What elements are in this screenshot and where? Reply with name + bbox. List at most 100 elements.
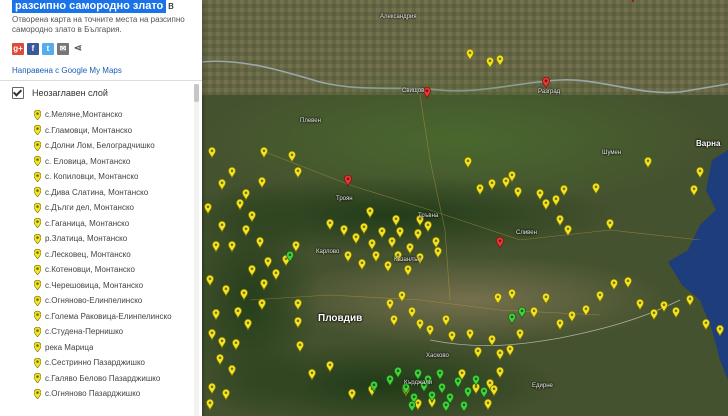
map-pin-icon: [34, 357, 41, 368]
place-list-item[interactable]: с.Студена-Пернишко: [0, 324, 192, 340]
map-pin-icon: [34, 109, 41, 120]
place-name: с.Огняново Пазарджишко: [45, 389, 141, 399]
gold-map-marker-dot: [296, 169, 300, 173]
gold-map-marker-dot: [662, 303, 666, 307]
place-name: река Марица: [45, 342, 94, 352]
place-name: с.Студена-Пернишко: [45, 327, 124, 337]
map-pin-icon: [34, 233, 41, 244]
city-label-svishtov: Свищов: [402, 88, 425, 94]
gold-map-marker-dot: [260, 179, 264, 183]
place-list-item[interactable]: с.Сестринно Пазарджишко: [0, 355, 192, 371]
gold-map-marker-dot: [242, 291, 246, 295]
city-label-haskovo: Хасково: [426, 353, 449, 359]
city-label-varna: Варна: [696, 139, 721, 148]
gold-map-marker-dot: [612, 281, 616, 285]
city-label-troyan: Троян: [336, 196, 353, 202]
map-pin-icon: [34, 218, 41, 229]
place-list-item[interactable]: р.Златица, Монтанско: [0, 231, 192, 247]
place-name: с.Огняново-Елинпелинско: [45, 296, 143, 306]
gold-map-marker-dot: [704, 321, 708, 325]
city-label-shumen: Шумен: [602, 150, 622, 156]
map-pin-icon: [34, 171, 41, 182]
gold-map-marker-dot: [488, 381, 492, 385]
place-list-item[interactable]: с.Галяво Белово Пазарджишко: [0, 371, 192, 387]
gold-map-marker-dot: [290, 153, 294, 157]
gold-map-marker-dot: [234, 341, 238, 345]
layer-checkbox[interactable]: [12, 87, 24, 99]
gold-map-marker-dot: [328, 363, 332, 367]
place-list-item[interactable]: с. Еловица, Монтанско: [0, 154, 192, 170]
gold-map-marker-dot: [208, 401, 212, 405]
red-map-marker-dot: [346, 177, 350, 181]
place-list-item[interactable]: с.Голема Раковица-Елинпелинско: [0, 309, 192, 325]
place-list-item[interactable]: с.Дълги дел, Монтанско: [0, 200, 192, 216]
gold-map-marker-dot: [230, 169, 234, 173]
gold-map-marker-dot: [486, 401, 490, 405]
green-map-marker-dot: [440, 385, 444, 389]
place-list-item[interactable]: с. Копиловци, Монтанско: [0, 169, 192, 185]
layer-toggle[interactable]: Неозаглавен слой: [12, 86, 108, 100]
gold-map-marker-dot: [220, 339, 224, 343]
map-pin-icon: [34, 156, 41, 167]
place-list-item[interactable]: с.Лесковец, Монтанско: [0, 247, 192, 263]
facebook-icon[interactable]: f: [27, 43, 39, 55]
gold-map-marker-dot: [354, 235, 358, 239]
gold-map-marker-dot: [516, 189, 520, 193]
gold-map-marker-dot: [674, 309, 678, 313]
made-with-link[interactable]: Направена с Google My Maps: [12, 66, 122, 75]
gold-map-marker-dot: [416, 231, 420, 235]
gold-map-marker-dot: [688, 297, 692, 301]
google-plus-icon[interactable]: g+: [12, 43, 24, 55]
place-name: с.Сестринно Пазарджишко: [45, 358, 145, 368]
share-icon[interactable]: ⋖: [72, 43, 84, 55]
email-icon[interactable]: ✉: [57, 43, 69, 55]
green-map-marker-dot: [444, 403, 448, 407]
green-map-marker-dot: [396, 369, 400, 373]
place-list-item[interactable]: с.Котеновци, Монтанско: [0, 262, 192, 278]
city-label-edirne: Едирне: [532, 383, 553, 389]
gold-map-marker-dot: [416, 401, 420, 405]
side-panel: разсипно самородно злато в Отворена карт…: [0, 0, 202, 416]
place-list-item[interactable]: с.Дива Слатина, Монтанско: [0, 185, 192, 201]
place-list-item[interactable]: с.Меляне,Монтанско: [0, 107, 192, 123]
gold-map-marker-dot: [410, 309, 414, 313]
gold-map-marker-dot: [374, 253, 378, 257]
gold-map-marker-dot: [468, 51, 472, 55]
place-list-item[interactable]: река Марица: [0, 340, 192, 356]
gold-map-marker-dot: [214, 311, 218, 315]
green-map-marker-dot: [410, 403, 414, 407]
scrollbar-thumb[interactable]: [194, 84, 199, 102]
place-list-item[interactable]: с.Черешовица, Монтанско: [0, 278, 192, 294]
city-label-kazanlak: Казанлък: [394, 257, 421, 263]
gold-map-marker-dot: [390, 239, 394, 243]
gold-map-marker-dot: [328, 221, 332, 225]
place-list-item[interactable]: с.Гаганица, Монтанско: [0, 216, 192, 232]
gold-map-marker-dot: [362, 225, 366, 229]
gold-map-marker-dot: [692, 187, 696, 191]
place-name: с.Меляне,Монтанско: [45, 110, 123, 120]
city-label-aleksandria: Александрия: [380, 14, 417, 20]
gold-map-marker-dot: [444, 317, 448, 321]
place-list-item[interactable]: с.Гламовци, Монтанско: [0, 123, 192, 139]
map-pin-icon: [34, 311, 41, 322]
green-map-marker-dot: [388, 377, 392, 381]
gold-map-marker-dot: [450, 333, 454, 337]
gold-map-marker-dot: [558, 217, 562, 221]
gold-map-marker-dot: [210, 385, 214, 389]
place-list-item[interactable]: с.Огняново-Елинпелинско: [0, 293, 192, 309]
gold-map-marker-dot: [626, 279, 630, 283]
gold-map-marker-dot: [260, 301, 264, 305]
gold-map-marker-dot: [554, 197, 558, 201]
place-list-item[interactable]: с.Долни Лом, Белоградчишко: [0, 138, 192, 154]
gold-map-marker-dot: [498, 351, 502, 355]
scrollbar[interactable]: [194, 84, 199, 416]
gold-map-marker-dot: [566, 227, 570, 231]
gold-map-marker-dot: [214, 243, 218, 247]
gold-map-marker-dot: [284, 257, 288, 261]
twitter-icon[interactable]: t: [42, 43, 54, 55]
gold-map-marker-dot: [608, 221, 612, 225]
gold-map-marker-dot: [476, 349, 480, 353]
place-list-item[interactable]: с.Огняново Пазарджишко: [0, 386, 192, 402]
gold-map-marker-dot: [386, 263, 390, 267]
gold-map-marker-dot: [296, 319, 300, 323]
